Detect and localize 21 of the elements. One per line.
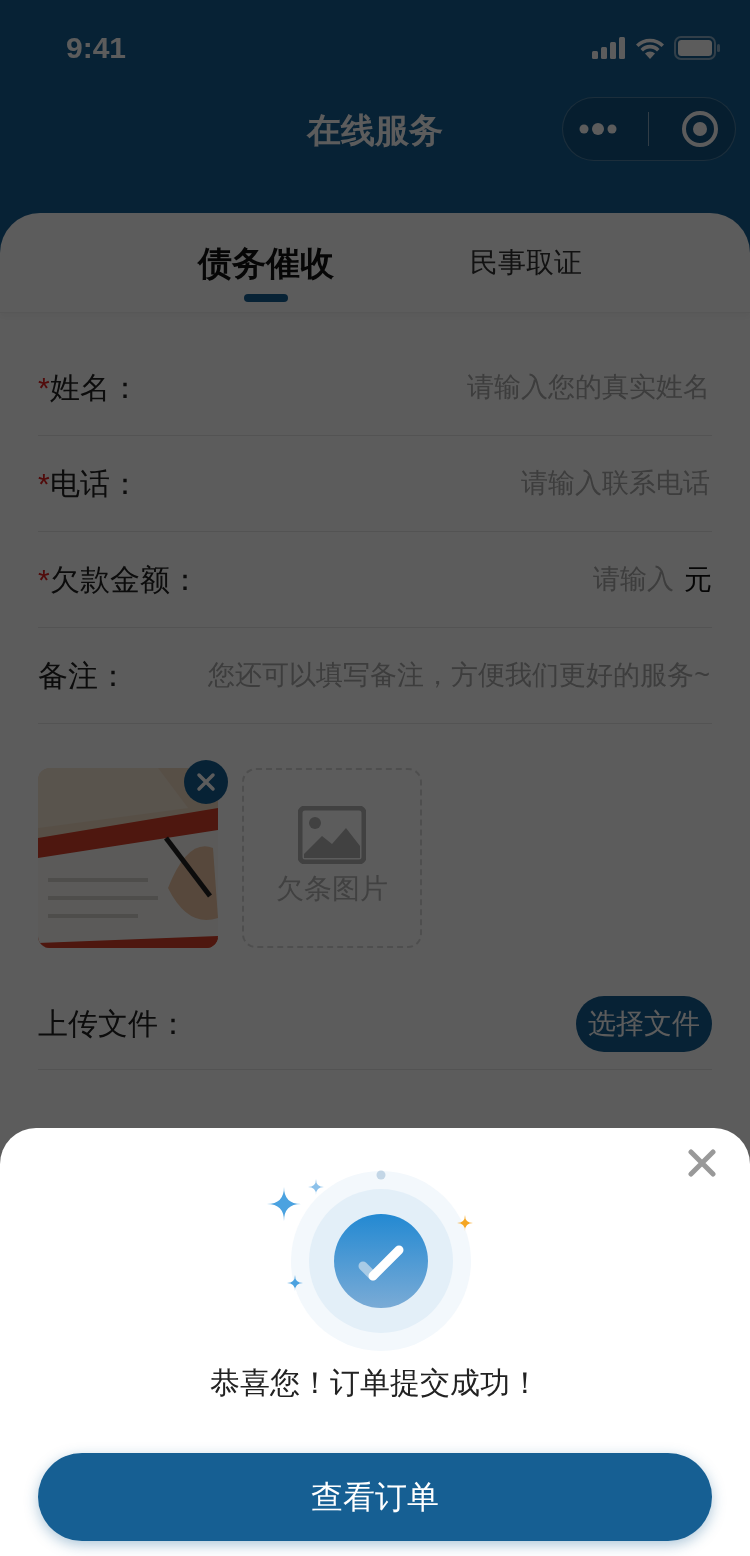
close-button[interactable] [688,1148,718,1178]
image-icon [298,806,366,864]
close-icon [196,772,216,792]
close-icon [688,1149,716,1177]
tab[interactable]: 债务催收 [198,213,334,313]
field-label: *电话： [38,466,140,502]
signal-icon [592,36,626,59]
success-message: 恭喜您！订单提交成功！ [210,1365,540,1401]
unit-label: 元 [684,562,712,597]
more-icon[interactable] [578,123,617,135]
field-label: *姓名： [38,370,140,406]
tab[interactable]: 民事取证 [470,213,582,313]
upload-label: 上传文件： [38,1006,188,1042]
choose-file-button[interactable]: 选择文件 [576,995,712,1052]
page-title: 在线服务 [307,109,443,151]
field-label: 备注： [38,658,128,694]
view-order-button[interactable]: 查看订单 [38,1453,712,1541]
field-label: *欠款金额： [38,562,200,598]
remove-image-button[interactable] [184,760,228,804]
status-time: 9:41 [66,30,127,66]
close-app-icon[interactable] [681,110,720,148]
